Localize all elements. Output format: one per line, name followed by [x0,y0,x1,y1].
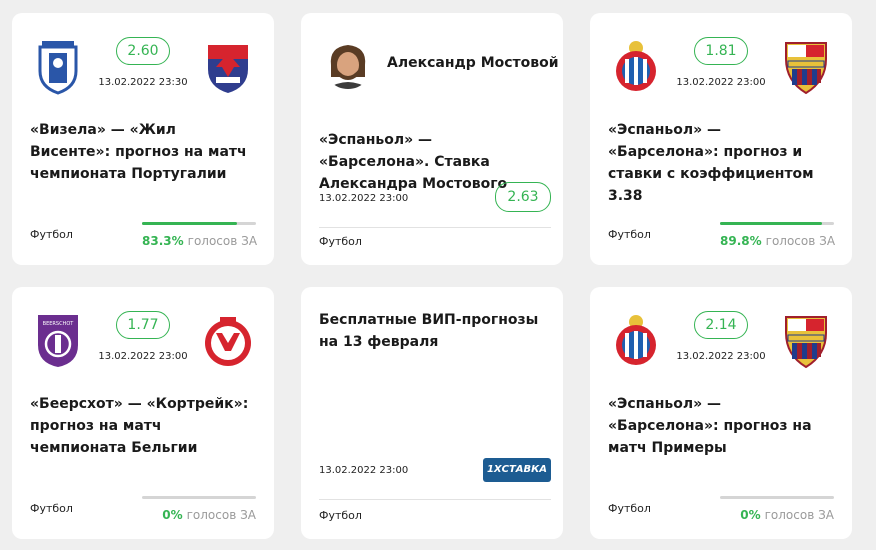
vote-percent: 83.3% [142,234,184,248]
odds-badge[interactable]: 2.63 [495,182,551,212]
prediction-card[interactable]: 1.81 13.02.2022 23:00 «Эспаньол» — «Барс… [590,13,852,265]
expert-prediction-card[interactable]: Александр Мостовой «Эспаньол» — «Барсело… [301,13,563,265]
divider [319,227,551,228]
vote-percent: 0% [740,508,761,522]
sport-label: Футбол [30,228,73,241]
vote-widget: 0% голосов ЗА [142,496,256,522]
card-title[interactable]: «Беерсхот» — «Кортрейк»: прогноз на матч… [30,393,258,459]
vote-percent: 89.8% [720,234,762,248]
card-title[interactable]: Бесплатные ВИП-прогнозы на 13 февраля [319,309,547,353]
sport-label: Футбол [319,509,362,522]
odds-badge[interactable]: 1.81 [694,37,748,65]
author-name[interactable]: Александр Мостовой [387,55,559,71]
vote-label: голосов ЗА [764,508,834,522]
odds-badge[interactable]: 1.77 [116,311,170,339]
vote-bar [720,222,834,225]
card-title[interactable]: «Эспаньол» — «Барселона»: прогноз на мат… [608,393,836,459]
sport-label: Футбол [30,502,73,515]
vote-label: голосов ЗА [186,508,256,522]
author-avatar-icon [323,39,373,89]
prediction-card[interactable]: BEERSCHOT 1.77 13.02.2022 23:00 «Беерсхо… [12,287,274,539]
vote-bar-fill [720,222,823,225]
sport-label: Футбол [608,502,651,515]
prediction-card[interactable]: 2.60 13.02.2022 23:30 «Визела» — «Жил Ви… [12,13,274,265]
vote-label: голосов ЗА [187,234,258,248]
barcelona-logo-icon [785,42,827,95]
match-date: 13.02.2022 23:00 [319,465,409,476]
vote-widget: 89.8% голосов ЗА [720,222,836,248]
vote-widget: 83.3% голосов ЗА [142,222,258,248]
match-date: 13.02.2022 23:00 [319,193,409,204]
odds-badge[interactable]: 2.60 [116,37,170,65]
vote-percent: 0% [162,508,183,522]
vote-widget: 0% голосов ЗА [720,496,834,522]
vote-bar-fill [142,222,237,225]
kortrijk-logo-icon [205,317,251,366]
bookmaker-logo[interactable]: 1XСТАВКА [483,458,551,482]
card-title[interactable]: «Эспаньол» — «Барселона»: прогноз и став… [608,119,836,207]
vote-bar [720,496,834,499]
vote-label: голосов ЗА [765,234,836,248]
gil-vicente-logo-icon [208,45,248,93]
vote-bar [142,496,256,499]
divider [319,499,551,500]
card-title[interactable]: «Визела» — «Жил Висенте»: прогноз на мат… [30,119,258,185]
sport-label: Футбол [319,235,362,248]
odds-badge[interactable]: 2.14 [694,311,748,339]
sport-label: Футбол [608,228,651,241]
vote-bar [142,222,256,225]
barcelona-logo-icon [785,316,827,369]
vip-prediction-card[interactable]: Бесплатные ВИП-прогнозы на 13 февраля 13… [301,287,563,539]
svg-text:BEERSCHOT: BEERSCHOT [43,321,75,327]
prediction-card[interactable]: 2.14 13.02.2022 23:00 «Эспаньол» — «Барс… [590,287,852,539]
